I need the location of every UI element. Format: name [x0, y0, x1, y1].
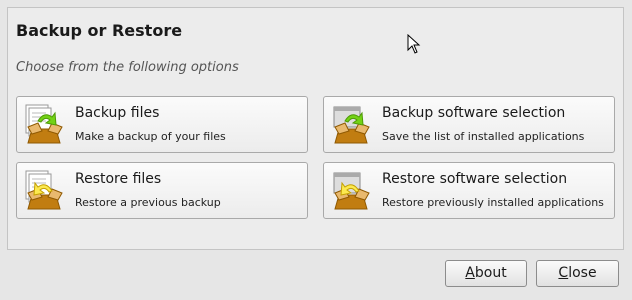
- close-label-rest: lose: [568, 265, 597, 281]
- restore-files-button[interactable]: Restore files Restore a previous backup: [16, 162, 308, 219]
- backup-software-label: Backup software selection: [382, 105, 566, 121]
- restore-files-label: Restore files: [75, 171, 162, 187]
- restore-files-icon: [24, 169, 66, 213]
- backup-files-label: Backup files: [75, 105, 160, 121]
- about-mnemonic: A: [465, 265, 475, 281]
- mouse-pointer-icon: [407, 33, 421, 58]
- backup-software-description: Save the list of installed applications: [382, 130, 585, 143]
- restore-software-icon: [331, 169, 373, 213]
- restore-files-description: Restore a previous backup: [75, 196, 221, 209]
- about-button[interactable]: About: [445, 260, 527, 287]
- backup-files-button[interactable]: Backup files Make a backup of your files: [16, 96, 308, 153]
- restore-software-button[interactable]: Restore software selection Restore previ…: [323, 162, 615, 219]
- backup-files-description: Make a backup of your files: [75, 130, 226, 143]
- dialog-title: Backup or Restore: [16, 21, 183, 40]
- restore-software-description: Restore previously installed application…: [382, 196, 604, 209]
- restore-software-label: Restore software selection: [382, 171, 568, 187]
- backup-software-button[interactable]: Backup software selection Save the list …: [323, 96, 615, 153]
- options-panel: Backup or Restore Choose from the follow…: [7, 7, 624, 250]
- backup-files-icon: [24, 103, 66, 147]
- about-label-rest: bout: [474, 265, 507, 281]
- dialog-subtitle: Choose from the following options: [16, 60, 239, 75]
- backup-software-icon: [331, 103, 373, 147]
- close-button[interactable]: Close: [536, 260, 619, 287]
- close-mnemonic: C: [558, 265, 569, 281]
